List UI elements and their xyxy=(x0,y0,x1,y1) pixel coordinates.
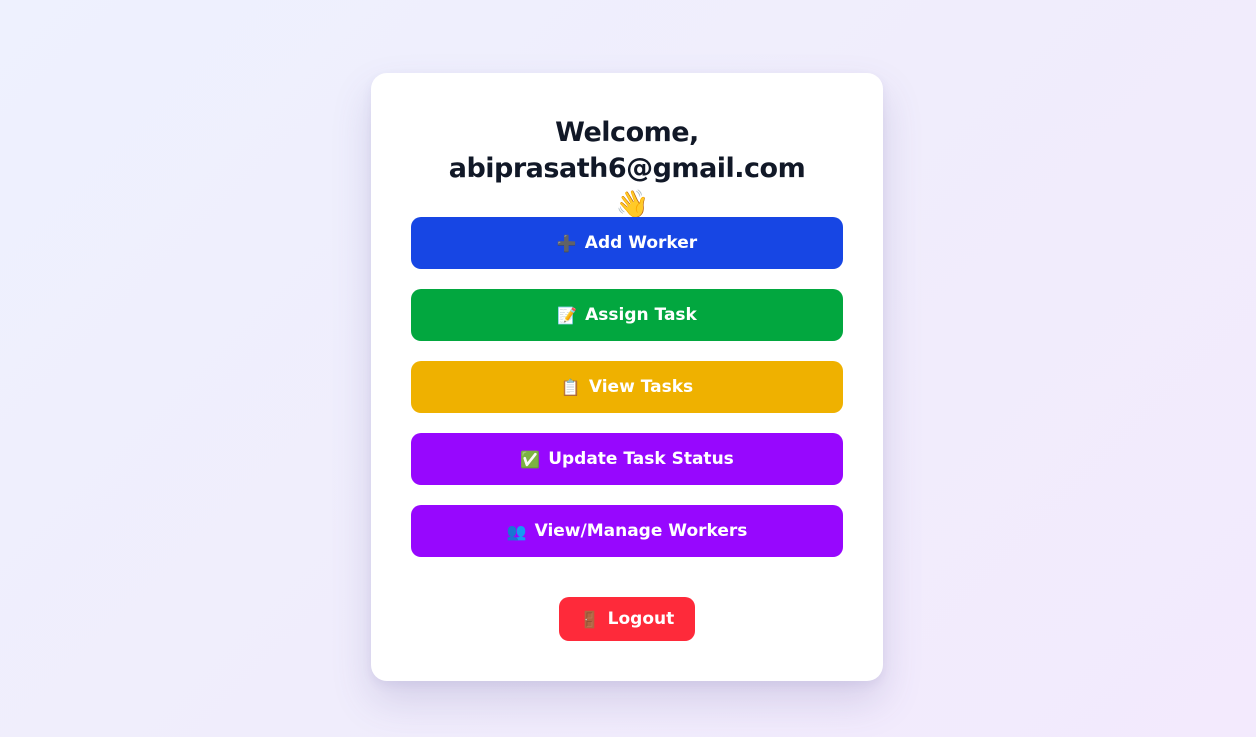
logout-button[interactable]: 🚪 Logout xyxy=(559,597,695,641)
plus-icon: ➕ xyxy=(556,233,577,253)
memo-icon: 📝 xyxy=(557,305,578,325)
logout-label: Logout xyxy=(607,609,675,629)
user-email-line: abiprasath6@gmail.com 👋 xyxy=(371,151,883,223)
user-email: abiprasath6@gmail.com xyxy=(448,153,806,184)
door-icon: 🚪 xyxy=(579,609,600,629)
view-manage-workers-button[interactable]: 👥 View/Manage Workers xyxy=(411,505,843,557)
add-worker-label: Add Worker xyxy=(584,233,698,253)
people-icon: 👥 xyxy=(506,521,527,541)
view-tasks-button[interactable]: 📋 View Tasks xyxy=(411,361,843,413)
update-task-status-button[interactable]: ✅ Update Task Status xyxy=(411,433,843,485)
assign-task-button[interactable]: 📝 Assign Task xyxy=(411,289,843,341)
welcome-heading: Welcome, abiprasath6@gmail.com 👋 xyxy=(371,115,883,223)
add-worker-button[interactable]: ➕ Add Worker xyxy=(411,217,843,269)
view-manage-workers-label: View/Manage Workers xyxy=(534,521,748,541)
welcome-line: Welcome, xyxy=(555,117,699,148)
view-tasks-label: View Tasks xyxy=(588,377,694,397)
update-task-status-label: Update Task Status xyxy=(548,449,734,469)
clipboard-icon: 📋 xyxy=(560,377,581,397)
assign-task-label: Assign Task xyxy=(585,305,697,325)
dashboard-card: Welcome, abiprasath6@gmail.com 👋 ➕ Add Wo… xyxy=(371,73,883,681)
check-icon: ✅ xyxy=(520,449,541,469)
